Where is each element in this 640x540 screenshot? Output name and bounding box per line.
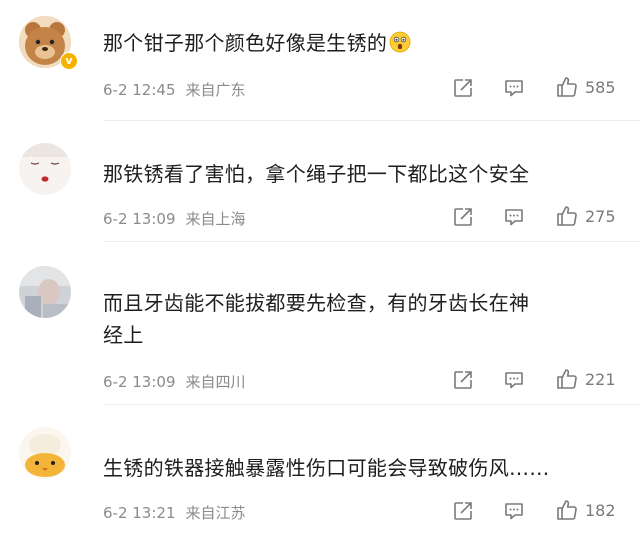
comment-button[interactable]: [503, 500, 525, 522]
comment-item: 那铁锈看了害怕，拿个绳子把一下都比这个安全 6-2 13:09 来自上海 275: [0, 121, 640, 241]
comment-item: v 那个钳子那个颜色好像是生锈的 6-2 12:45 来自广东 585: [0, 0, 640, 112]
comment-location: 来自四川: [185, 373, 246, 391]
share-button[interactable]: [452, 206, 474, 228]
like-count: 221: [585, 369, 616, 389]
thumbs-up-icon: [557, 206, 577, 226]
like-button[interactable]: 221: [555, 367, 616, 391]
share-button[interactable]: [452, 500, 474, 522]
comment-button[interactable]: [503, 206, 525, 228]
astonished-face-icon: [389, 30, 411, 53]
share-button[interactable]: [452, 77, 474, 99]
comment-location: 来自广东: [185, 81, 246, 99]
share-icon: [454, 208, 472, 226]
share-button[interactable]: [452, 369, 474, 391]
comment-meta: 6-2 13:09 来自四川: [103, 371, 246, 392]
comment-time: 6-2 13:21: [103, 504, 176, 522]
thumbs-up-icon: [557, 500, 577, 520]
like-button[interactable]: 585: [555, 75, 616, 99]
comment-feed: v 那个钳子那个颜色好像是生锈的 6-2 12:45 来自广东 585 那铁锈看…: [0, 0, 640, 540]
comment-item: 而且牙齿能不能拔都要先检查，有的牙齿长在神经上 6-2 13:09 来自四川 22…: [0, 242, 640, 404]
comment-icon: [505, 209, 523, 226]
avatar[interactable]: [19, 143, 71, 195]
thumbs-up-icon: [557, 369, 577, 389]
like-button[interactable]: 275: [555, 204, 616, 228]
comment-button[interactable]: [503, 77, 525, 99]
avatar[interactable]: [19, 266, 71, 318]
comment-text: 而且牙齿能不能拔都要先检查，有的牙齿长在神经上: [103, 291, 530, 347]
comment-meta: 6-2 13:09 来自上海: [103, 208, 246, 229]
comment-text: 那铁锈看了害怕，拿个绳子把一下都比这个安全: [103, 162, 530, 186]
comment-item: 生锈的铁器接触暴露性伤口可能会导致破伤风…… 6-2 13:21 来自江苏 182: [0, 405, 640, 540]
verified-badge-icon: v: [60, 52, 78, 70]
comment-time: 6-2 13:09: [103, 210, 176, 228]
photo-avatar-icon: [19, 266, 71, 318]
doll-face-avatar-icon: [19, 143, 71, 195]
like-count: 585: [585, 77, 616, 97]
comment-icon: [505, 503, 523, 520]
like-button[interactable]: 182: [555, 498, 616, 522]
comment-meta: 6-2 13:21 来自江苏: [103, 502, 246, 523]
comment-text: 那个钳子那个颜色好像是生锈的: [103, 27, 603, 59]
comment-button[interactable]: [503, 369, 525, 391]
share-icon: [454, 502, 472, 520]
avatar[interactable]: [19, 427, 71, 479]
comment-text: 生锈的铁器接触暴露性伤口可能会导致破伤风……: [103, 456, 550, 480]
comment-location: 来自上海: [185, 210, 246, 228]
comment-body: 那个钳子那个颜色好像是生锈的: [103, 31, 388, 55]
comment-meta: 6-2 12:45 来自广东: [103, 79, 246, 100]
share-icon: [454, 79, 472, 97]
comment-location: 来自江苏: [185, 504, 246, 522]
like-count: 275: [585, 206, 616, 226]
comment-time: 6-2 12:45: [103, 81, 176, 99]
like-count: 182: [585, 500, 616, 520]
chick-avatar-icon: [19, 427, 71, 479]
comment-icon: [505, 372, 523, 389]
comment-icon: [505, 80, 523, 97]
thumbs-up-icon: [557, 77, 577, 97]
share-icon: [454, 371, 472, 389]
comment-time: 6-2 13:09: [103, 373, 176, 391]
